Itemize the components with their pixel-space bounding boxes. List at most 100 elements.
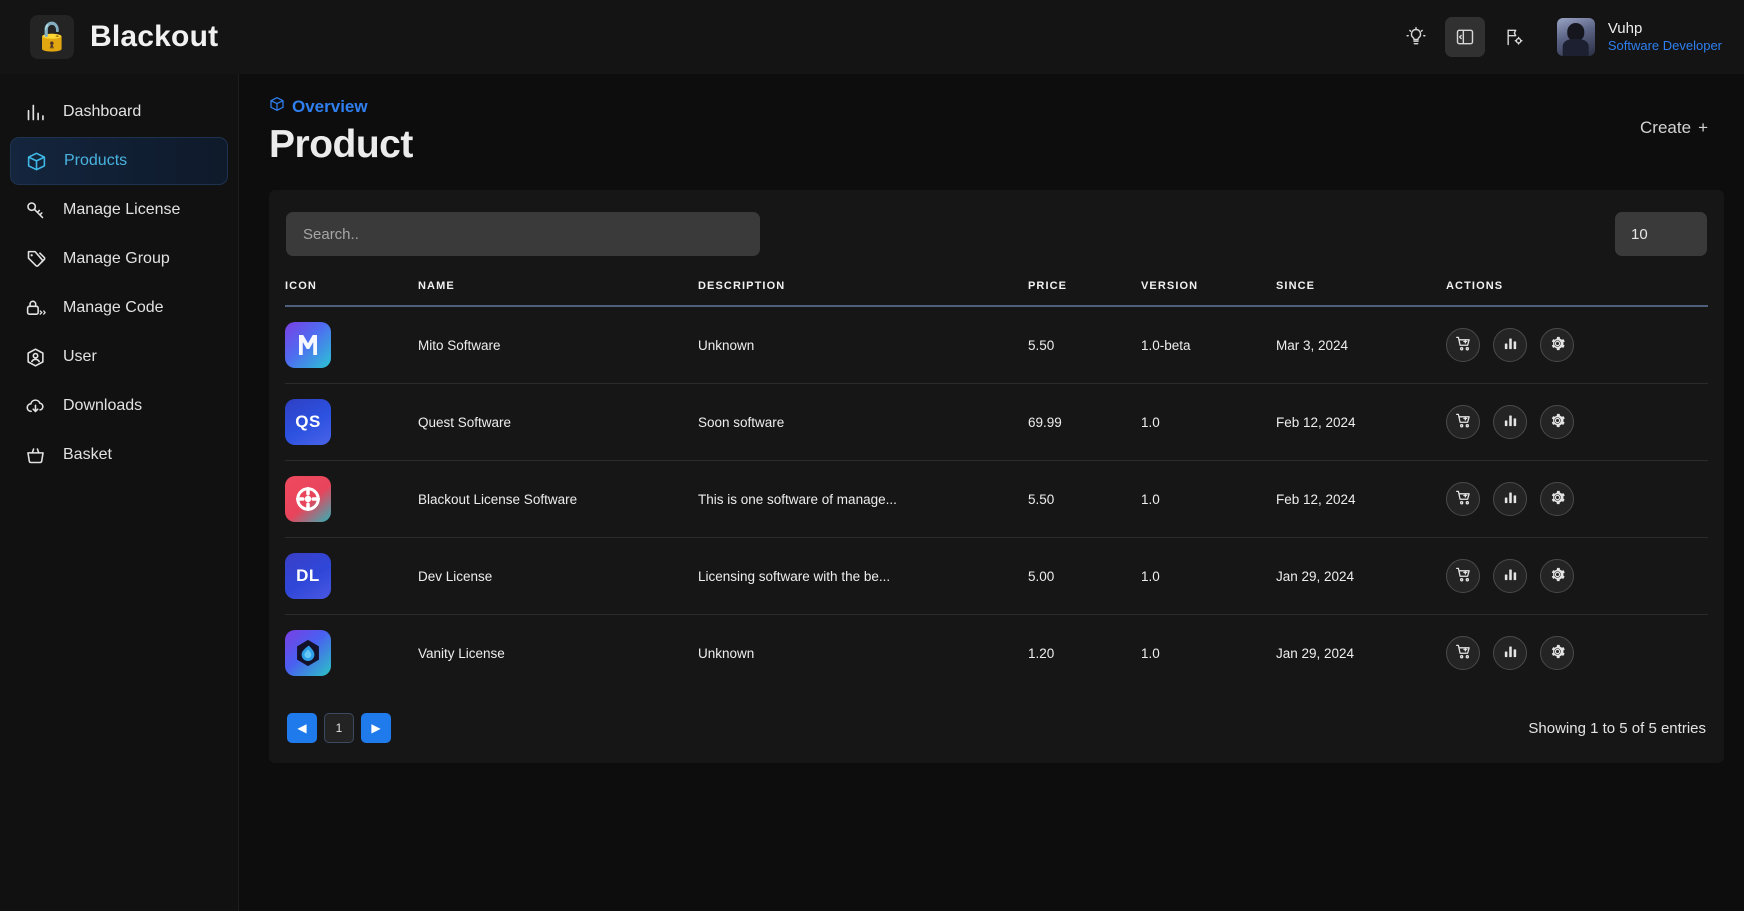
create-button[interactable]: Create + (1634, 114, 1714, 142)
user-circle-icon (24, 346, 46, 368)
topbar: 🔓 Blackout Vuhp Software Developer (0, 0, 1744, 74)
bar-chart-button[interactable] (1493, 328, 1527, 362)
pagination-prev-button[interactable]: ◀ (287, 713, 317, 743)
bar-chart-button[interactable] (1493, 482, 1527, 516)
page-size-select[interactable]: 102550100 (1615, 212, 1707, 256)
bar-chart-button[interactable] (1493, 405, 1527, 439)
cart-plus-icon (1455, 412, 1472, 432)
column-header-since: SINCE (1276, 280, 1316, 292)
sidebar-item-manage-license[interactable]: Manage License (10, 186, 228, 234)
bar-chart-icon (1502, 643, 1519, 663)
bar-chart-icon (1502, 412, 1519, 432)
table-row[interactable]: QS Quest Software Soon software 69.99 1.0 Feb… (285, 384, 1708, 461)
breadcrumb[interactable]: Overview (269, 96, 413, 117)
sidebar-collapse-button[interactable] (1444, 17, 1485, 57)
theme-toggle-button[interactable] (1396, 17, 1436, 57)
gear-button[interactable] (1540, 482, 1574, 516)
gear-icon (1549, 566, 1566, 586)
panel-left-icon (1455, 27, 1475, 47)
pagination-page-1-button[interactable]: 1 (324, 713, 354, 743)
sidebar-item-downloads[interactable]: Downloads (10, 382, 228, 430)
cell-icon (285, 615, 418, 692)
cell-price: 5.50 (1028, 491, 1055, 507)
sidebar-item-products[interactable]: Products (10, 137, 228, 185)
product-table: ICON NAME DESCRIPTION PRICE VERSION SINC… (285, 280, 1708, 691)
cell-description: Soon software (698, 414, 785, 430)
cart-plus-icon (1455, 566, 1472, 586)
column-header-icon: ICON (285, 280, 317, 292)
cart-plus-button[interactable] (1446, 559, 1480, 593)
row-actions (1446, 559, 1708, 593)
search-input[interactable] (286, 212, 760, 256)
profile-menu[interactable]: Vuhp Software Developer (1556, 18, 1722, 56)
cell-actions (1446, 384, 1708, 461)
cart-plus-button[interactable] (1446, 482, 1480, 516)
table-row[interactable]: Vanity License Unknown 1.20 1.0 Jan 29, 2024 (285, 615, 1708, 692)
cell-name: Vanity License (418, 645, 505, 661)
table-toolbar: 102550100 (285, 212, 1708, 256)
sidebar-item-basket[interactable]: Basket (10, 431, 228, 479)
gear-button[interactable] (1540, 636, 1574, 670)
lock-code-icon (24, 297, 46, 319)
bar-chart-button[interactable] (1493, 636, 1527, 670)
box-icon (25, 150, 47, 172)
gear-button[interactable] (1540, 328, 1574, 362)
gear-icon (1549, 489, 1566, 509)
bar-chart-button[interactable] (1493, 559, 1527, 593)
cell-version: 1.0 (1141, 568, 1160, 584)
cart-plus-button[interactable] (1446, 636, 1480, 670)
sidebar-item-dashboard[interactable]: Dashboard (10, 88, 228, 136)
gear-icon (1549, 335, 1566, 355)
row-actions (1446, 405, 1708, 439)
flag-settings-button[interactable] (1494, 17, 1534, 57)
flag-gear-icon (1504, 27, 1524, 47)
padlock-icon: 🔓 (30, 15, 74, 59)
cell-actions (1446, 306, 1708, 384)
entries-summary: Showing 1 to 5 of 5 entries (1528, 719, 1706, 737)
gear-button[interactable] (1540, 405, 1574, 439)
cell-description: This is one software of manage... (698, 491, 897, 507)
cart-plus-button[interactable] (1446, 405, 1480, 439)
sidebar-item-label: User (63, 348, 97, 365)
main-content: Overview Product Create + 102550100 ICON… (239, 74, 1744, 911)
row-actions (1446, 482, 1708, 516)
product-table-card: 102550100 ICON NAME DESCRIPTION PRICE VE… (269, 190, 1724, 763)
row-actions (1446, 636, 1708, 670)
table-row[interactable]: Mito Software Unknown 5.50 1.0-beta Mar 3, 2… (285, 306, 1708, 384)
cell-actions (1446, 461, 1708, 538)
sidebar-item-user[interactable]: User (10, 333, 228, 381)
cart-plus-button[interactable] (1446, 328, 1480, 362)
cell-version: 1.0 (1141, 414, 1160, 430)
page-header: Overview Product Create + (269, 96, 1714, 167)
cell-since: Mar 3, 2024 (1276, 337, 1349, 353)
cell-name: Dev License (418, 568, 493, 584)
cloud-download-icon (24, 395, 46, 417)
sidebar-item-manage-group[interactable]: Manage Group (10, 235, 228, 283)
table-row[interactable]: Blackout License Software This is one sof… (285, 461, 1708, 538)
column-header-description: DESCRIPTION (698, 280, 786, 292)
sidebar-item-label: Manage Code (63, 299, 164, 316)
sidebar-item-label: Products (64, 152, 128, 169)
column-header-price: PRICE (1028, 280, 1068, 292)
table-footer: ◀ 1 ▶ Showing 1 to 5 of 5 entries (285, 713, 1708, 743)
cell-price: 69.99 (1028, 414, 1062, 430)
avatar (1556, 18, 1595, 56)
cell-description: Licensing software with the be... (698, 568, 891, 584)
basket-icon (24, 444, 46, 466)
table-row[interactable]: DL Dev License Licensing software with the… (285, 538, 1708, 615)
gear-button[interactable] (1540, 559, 1574, 593)
cell-name: Quest Software (418, 414, 512, 430)
cell-since: Jan 29, 2024 (1276, 645, 1355, 661)
table-header-row: ICON NAME DESCRIPTION PRICE VERSION SINC… (285, 280, 1708, 306)
brand[interactable]: 🔓 Blackout (30, 15, 218, 59)
bar-chart-icon (1502, 335, 1519, 355)
cart-plus-icon (1455, 489, 1472, 509)
pagination-next-button[interactable]: ▶ (361, 713, 391, 743)
sidebar-item-manage-code[interactable]: Manage Code (10, 284, 228, 332)
table-head: ICON NAME DESCRIPTION PRICE VERSION SINC… (285, 280, 1708, 306)
cell-since: Jan 29, 2024 (1276, 568, 1355, 584)
product-icon-initials: QS (295, 412, 321, 431)
product-icon (285, 476, 331, 522)
cell-actions (1446, 615, 1708, 692)
profile-role: Software Developer (1607, 38, 1722, 54)
